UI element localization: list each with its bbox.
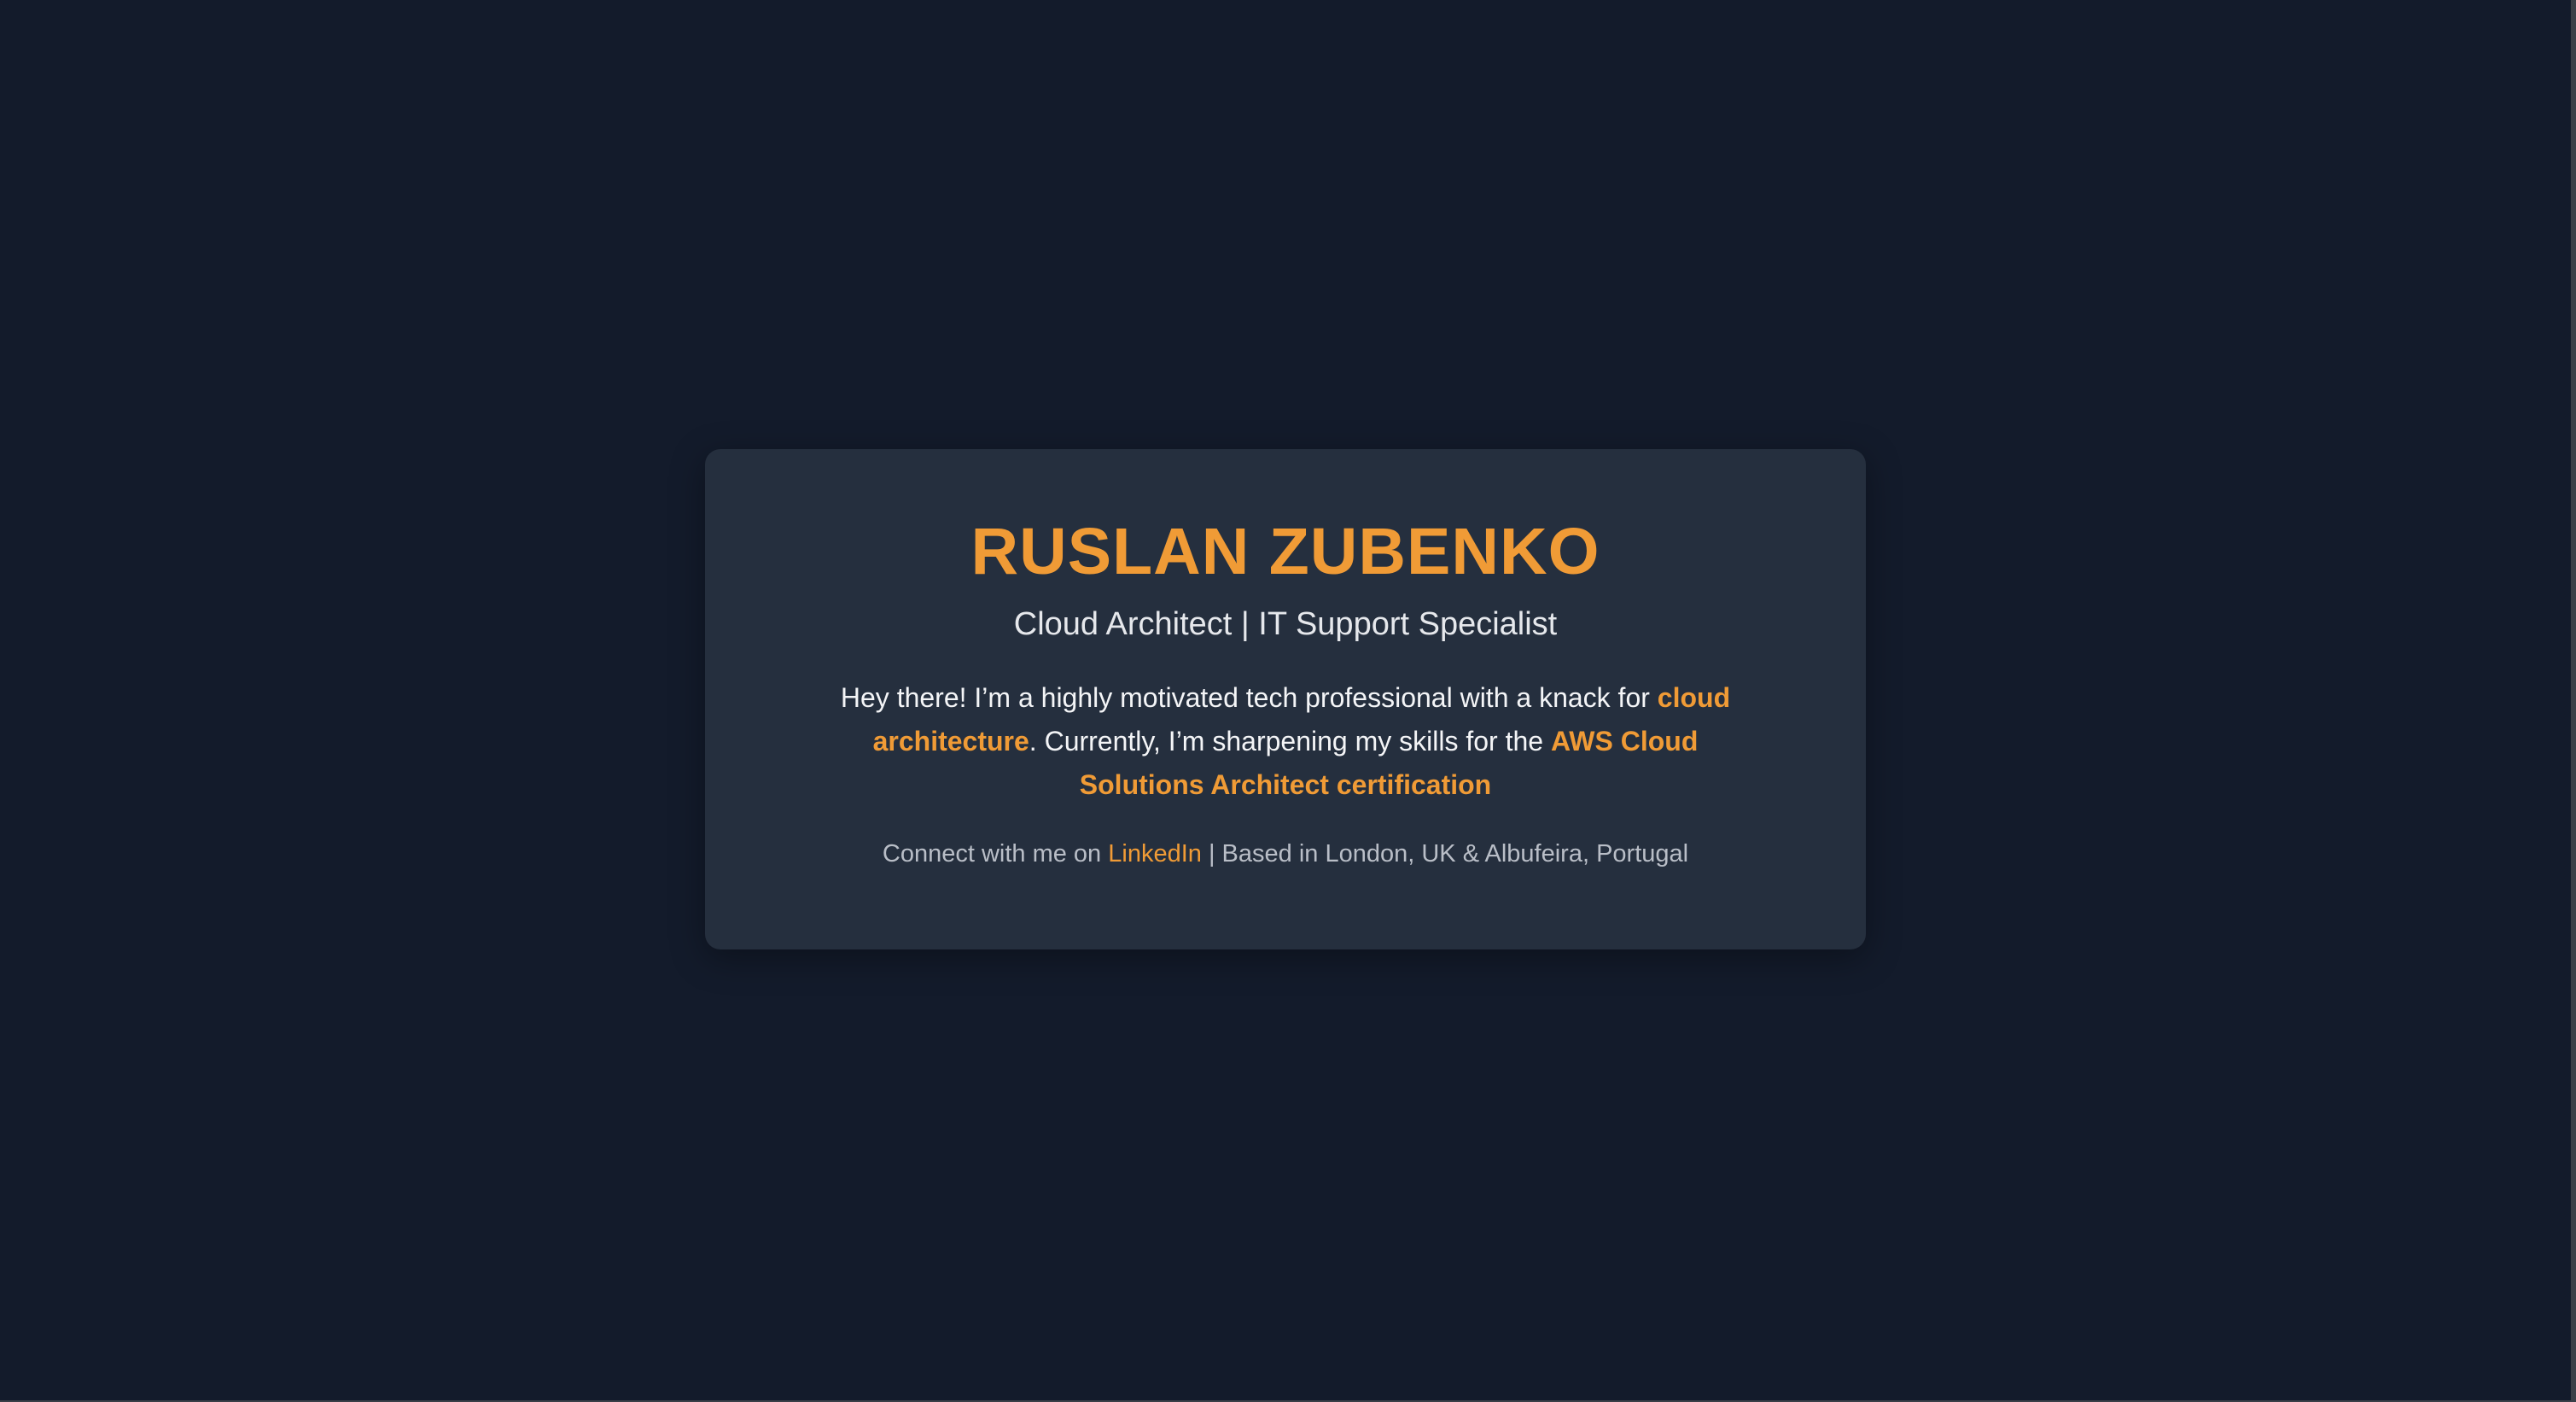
intro-text-2: . Currently, I’m sharpening my skills fo… bbox=[1029, 726, 1551, 757]
contact-footer: Connect with me on LinkedIn | Based in L… bbox=[816, 839, 1755, 869]
profile-title: Cloud Architect | IT Support Specialist bbox=[1013, 605, 1558, 642]
profile-card: RUSLAN ZUBENKO Cloud Architect | IT Supp… bbox=[705, 449, 1866, 949]
linkedin-link[interactable]: LinkedIn bbox=[1108, 840, 1202, 867]
intro-paragraph: Hey there! I’m a highly motivated tech p… bbox=[816, 676, 1755, 807]
footer-prefix: Connect with me on bbox=[882, 840, 1109, 868]
profile-name: RUSLAN ZUBENKO bbox=[970, 515, 1600, 588]
footer-location: | Based in London, UK & Albufeira, Portu… bbox=[1201, 840, 1689, 868]
intro-text-1: Hey there! I’m a highly motivated tech p… bbox=[840, 682, 1658, 714]
page: RUSLAN ZUBENKO Cloud Architect | IT Supp… bbox=[0, 0, 2576, 1402]
